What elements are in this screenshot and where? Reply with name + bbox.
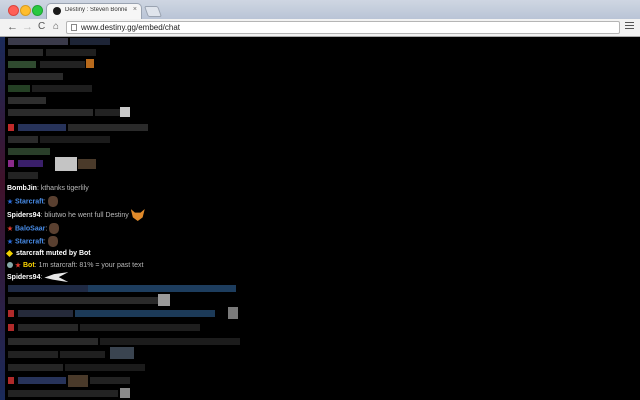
emote-face-icon [49, 223, 60, 234]
chat-message: BaloSaar: [7, 223, 60, 235]
flair-star-icon [7, 198, 13, 204]
page-icon [71, 24, 77, 31]
pixelated-line [18, 160, 43, 167]
tab-close-icon[interactable]: × [133, 6, 137, 13]
chat-message: Spiders94: bliutwo he went full Destiny [7, 209, 145, 221]
chat-message: BombJin: kthanks tigerlily [7, 185, 89, 192]
chat-username[interactable]: Bot [23, 262, 35, 269]
address-bar[interactable]: www.destiny.gg/embed/chat [66, 21, 620, 34]
tab-destiny[interactable]: Destiny : Steven Bonnell II × [46, 3, 142, 19]
pixelated-line [8, 38, 68, 45]
pixelated-emote [120, 388, 130, 398]
pixelated-line [40, 136, 110, 143]
chat-message: Spiders94: [7, 272, 69, 284]
pixelated-line [100, 338, 240, 345]
pixelated-line [88, 285, 236, 292]
pixelated-line [8, 136, 38, 143]
back-arrow-icon[interactable]: ← [7, 21, 18, 33]
pixelated-line [8, 49, 43, 56]
pixelated-line [8, 338, 98, 345]
pixelated-emote [86, 59, 94, 68]
pixelated-line [8, 61, 36, 68]
chat-system-message: starcraft muted by Bot [5, 248, 91, 260]
pixelated-emote [55, 157, 77, 171]
emote-bird-icon [44, 272, 69, 283]
pixelated-line [75, 310, 215, 317]
pixelated-line [8, 377, 14, 384]
pixelated-emote [78, 159, 96, 169]
home-icon[interactable]: ⌂ [53, 21, 59, 33]
pixelated-emote [110, 347, 134, 359]
new-tab-button[interactable] [143, 6, 163, 17]
system-message-text: starcraft muted by Bot [15, 250, 91, 257]
pixelated-line [18, 377, 66, 384]
pixelated-line [18, 324, 78, 331]
chat-username[interactable]: Starcraft [15, 198, 44, 205]
chat-username[interactable]: BombJin [7, 185, 37, 192]
destiny-favicon-icon [53, 7, 61, 15]
pixelated-line [80, 324, 200, 331]
chat-username[interactable]: BaloSaar [15, 225, 45, 232]
pixelated-line [8, 364, 63, 371]
chat-panel: BombJin: kthanks tigerlily Starcraft: Sp… [0, 37, 640, 400]
flair-star-icon [7, 225, 13, 231]
emote-fox-icon [130, 209, 145, 221]
url-text[interactable]: www.destiny.gg/embed/chat [81, 23, 180, 32]
maximize-window-button[interactable] [32, 5, 43, 16]
chat-message-text: kthanks tigerlily [40, 185, 89, 192]
chat-message: Bot: 1m starcraft: 81% = your past text [7, 260, 143, 272]
pixelated-line [90, 377, 130, 384]
pixelated-line [8, 85, 30, 92]
chat-message: Starcraft: [7, 236, 58, 248]
pixelated-line [70, 38, 110, 45]
pixelated-line [46, 49, 96, 56]
tab-title: Destiny : Steven Bonnell II [65, 7, 127, 13]
tab-strip: Destiny : Steven Bonnell II × [0, 0, 640, 19]
pixelated-line [8, 285, 93, 292]
pixelated-line [18, 310, 73, 317]
chat-username[interactable]: Starcraft [15, 238, 44, 245]
chat-username[interactable]: Spiders94 [7, 274, 40, 281]
chat-message: Starcraft: [7, 196, 58, 208]
pixelated-line [8, 390, 118, 397]
pixelated-line [8, 73, 63, 80]
pixelated-line [8, 109, 93, 116]
pixelated-line [65, 364, 145, 371]
pixelated-line [18, 124, 66, 131]
pixelated-emote [68, 375, 88, 387]
flair-star-icon [7, 238, 13, 244]
pixelated-line [68, 124, 148, 131]
pixelated-line [8, 97, 46, 104]
pixelated-emote [120, 107, 130, 117]
pixelated-line [8, 297, 158, 304]
pixelated-emote [228, 307, 238, 319]
chat-username[interactable]: Spiders94 [7, 212, 40, 219]
minimize-window-button[interactable] [20, 5, 31, 16]
pixelated-line [60, 351, 105, 358]
pixelated-line [8, 351, 58, 358]
flair-diamond-icon [5, 249, 14, 257]
hamburger-menu-icon[interactable] [625, 22, 634, 30]
pixelated-emote [158, 294, 170, 306]
emote-face-icon [47, 236, 58, 247]
chat-message-text: bliutwo he went full Destiny [44, 211, 129, 219]
forward-arrow-icon[interactable]: → [22, 21, 33, 33]
emote-face-icon [47, 196, 58, 207]
close-window-button[interactable] [8, 5, 19, 16]
pixelated-line [32, 85, 92, 92]
reload-icon[interactable]: C [38, 21, 45, 33]
pixelated-line [8, 148, 50, 155]
flair-star-icon [15, 262, 21, 268]
chat-message-text: 1m starcraft: 81% = your past text [38, 262, 144, 269]
pixelated-line [8, 172, 38, 179]
pixelated-line [8, 124, 14, 131]
pixelated-line [8, 310, 14, 317]
flair-circle-icon [7, 262, 13, 269]
pixelated-line [40, 61, 85, 68]
browser-window: Destiny : Steven Bonnell II × ← → C ⌂ ww… [0, 0, 640, 400]
pixelated-line [8, 160, 14, 167]
pixelated-line [8, 324, 14, 331]
browser-toolbar: ← → C ⌂ www.destiny.gg/embed/chat [0, 19, 640, 37]
